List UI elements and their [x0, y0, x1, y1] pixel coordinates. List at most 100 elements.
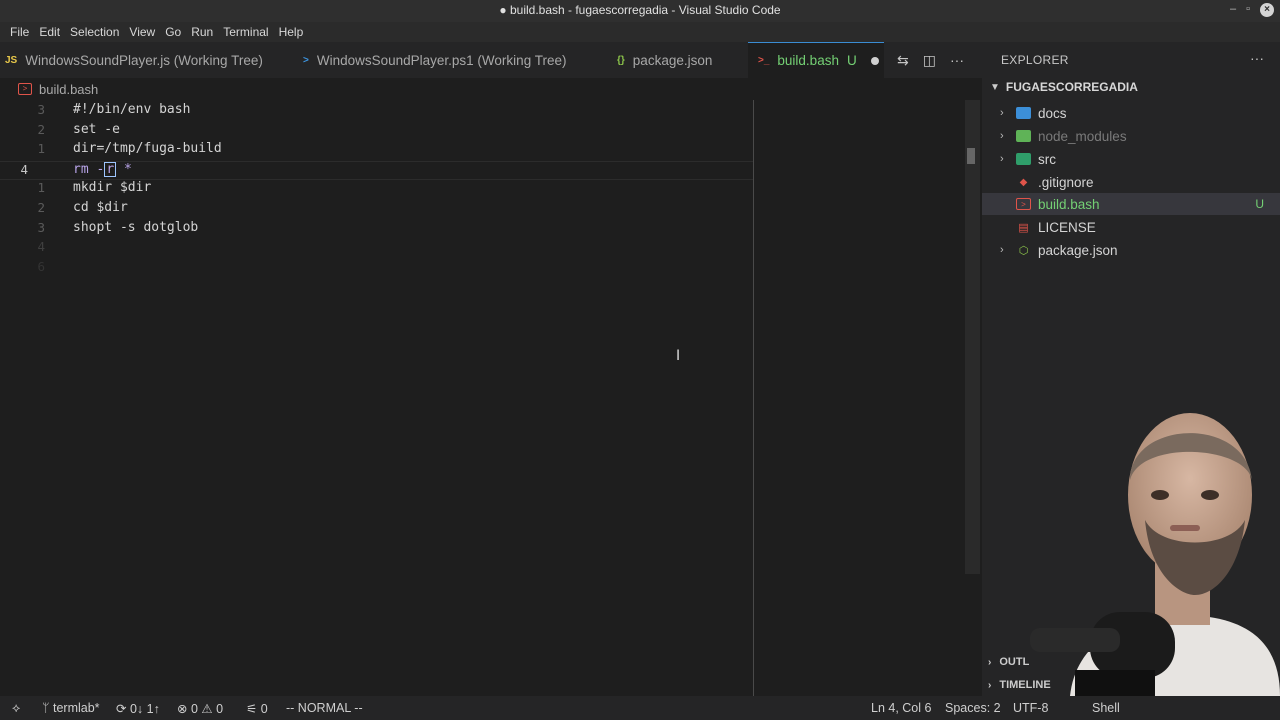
powershell-file-icon: >: [303, 54, 309, 66]
tab-windowssoundplayer-ps1[interactable]: > WindowsSoundPlayer.ps1 (Working Tree): [303, 42, 566, 78]
code-text: shopt -s dotglob: [73, 219, 199, 235]
line-number: 4: [20, 161, 28, 177]
line-number: 2: [37, 121, 45, 137]
scrollbar-thumb[interactable]: [967, 148, 975, 164]
menu-edit[interactable]: Edit: [34, 22, 65, 42]
column-ruler: [753, 100, 754, 696]
code-line: 2 cd $dir: [0, 200, 753, 220]
split-editor-icon[interactable]: ◫: [923, 52, 936, 69]
problems-status[interactable]: ⊗ 0 ⚠ 0: [177, 701, 223, 716]
tree-item-label: .gitignore: [1038, 174, 1094, 190]
menu-selection[interactable]: Selection: [65, 22, 124, 42]
breadcrumb-file[interactable]: build.bash: [39, 82, 98, 97]
chevron-right-icon: ›: [1000, 130, 1004, 142]
menu-terminal[interactable]: Terminal: [218, 22, 273, 42]
bash-file-icon: >: [1016, 198, 1031, 210]
minimize-icon[interactable]: –: [1230, 3, 1236, 17]
tree-item-label: src: [1038, 151, 1056, 167]
tree-item-gitignore[interactable]: ◆ .gitignore: [982, 171, 1280, 193]
tab-package-json[interactable]: {} package.json: [617, 42, 712, 78]
folder-icon: [1016, 153, 1031, 165]
editor-scrollbar[interactable]: [965, 100, 980, 574]
tree-item-label: LICENSE: [1038, 219, 1096, 235]
menu-view[interactable]: View: [124, 22, 160, 42]
text-cursor: r: [104, 161, 117, 177]
git-branch-status[interactable]: ᛘ termlab*: [42, 701, 100, 715]
tree-item-label: docs: [1038, 105, 1067, 121]
code-line: 1 mkdir $dir: [0, 180, 753, 200]
json-file-icon: {}: [617, 54, 625, 66]
code-text: cd $dir: [73, 200, 128, 215]
open-changes-icon[interactable]: ⇆: [897, 52, 909, 69]
error-icon: ⊗: [177, 702, 188, 716]
folder-icon: [1016, 107, 1031, 119]
editor-actions: ⇆ ◫ ···: [897, 52, 964, 69]
menu-bar: File Edit Selection View Go Run Terminal…: [0, 22, 1280, 42]
project-root[interactable]: ▼ FUGAESCORREGADIA: [990, 80, 1138, 94]
status-bar: ⟡ ᛘ termlab* ⟳ 0↓ 1↑ ⊗ 0 ⚠ 0 ⚟ 0 -- NORM…: [0, 696, 1280, 720]
maximize-icon[interactable]: ▫: [1246, 3, 1250, 17]
editor-tab-bar: JS WindowsSoundPlayer.js (Working Tree) …: [0, 42, 982, 78]
more-actions-icon[interactable]: ···: [1250, 50, 1264, 66]
tree-item-package-json[interactable]: › ⬡ package.json: [982, 239, 1280, 261]
warning-icon: ⚠: [201, 702, 213, 716]
tab-build-bash[interactable]: >_ build.bash U: [748, 42, 884, 78]
code-line: 1 dir=/tmp/fuga-build: [0, 141, 753, 161]
tree-item-label: build.bash: [1038, 196, 1100, 212]
line-number: 3: [37, 219, 45, 235]
tree-item-src[interactable]: › src: [982, 148, 1280, 170]
outline-title: OUTL: [999, 656, 1030, 668]
window-controls: – ▫ ×: [1230, 3, 1274, 17]
info-count: 0: [260, 702, 268, 716]
tab-label: WindowsSoundPlayer.js (Working Tree): [25, 52, 263, 68]
info-status[interactable]: ⚟ 0: [246, 701, 268, 716]
line-number: 2: [37, 200, 45, 215]
project-name: FUGAESCORREGADIA: [1005, 80, 1138, 94]
tree-item-label: package.json: [1038, 242, 1118, 258]
more-actions-icon[interactable]: ···: [950, 52, 964, 69]
tree-item-build-bash[interactable]: > build.bash U: [982, 193, 1280, 215]
cursor-position[interactable]: Ln 4, Col 6: [871, 701, 931, 715]
breadcrumb[interactable]: > build.bash: [0, 78, 982, 100]
menu-run[interactable]: Run: [186, 22, 218, 42]
menu-help[interactable]: Help: [274, 22, 309, 42]
line-number: 6: [37, 258, 45, 274]
code-editor[interactable]: 3 #!/bin/env bash 2 set -e 1 dir=/tmp/fu…: [0, 100, 965, 696]
tree-item-docs[interactable]: › docs: [982, 102, 1280, 124]
broadcast-icon: ⚟: [246, 702, 258, 716]
git-sync-status[interactable]: ⟳ 0↓ 1↑: [116, 701, 160, 716]
unsaved-dot-icon[interactable]: [870, 56, 879, 65]
chevron-right-icon: ›: [1000, 153, 1004, 165]
tab-windowssoundplayer-js[interactable]: JS WindowsSoundPlayer.js (Working Tree): [5, 42, 263, 78]
remote-icon[interactable]: ⟡: [12, 701, 20, 716]
encoding[interactable]: UTF-8: [1013, 701, 1048, 715]
tree-item-license[interactable]: ▤ LICENSE: [982, 216, 1280, 238]
line-number: 1: [37, 141, 45, 157]
code-text: dir=/tmp/fuga-build: [73, 141, 222, 157]
git-branch-icon: ᛘ: [42, 701, 50, 715]
code-line: 3 #!/bin/env bash: [0, 102, 753, 122]
language-mode[interactable]: Shell: [1092, 701, 1120, 715]
explorer-title: EXPLORER: [1001, 53, 1069, 67]
code-text: #!/bin/env bash: [73, 102, 191, 117]
license-icon: ▤: [1018, 221, 1029, 234]
tab-label: package.json: [632, 52, 713, 68]
code-line-current: 4 rm -r *: [0, 160, 753, 181]
window-title: ● build.bash - fugaescorregadia - Visual…: [499, 3, 781, 17]
close-icon[interactable]: ×: [1260, 3, 1274, 17]
tab-label: WindowsSoundPlayer.ps1 (Working Tree): [316, 52, 567, 68]
code-line: 3 shopt -s dotglob: [0, 220, 753, 240]
git-untracked-badge: U: [846, 53, 857, 68]
menu-file[interactable]: File: [5, 22, 34, 42]
chevron-right-icon: ›: [1000, 107, 1004, 119]
git-untracked-badge: U: [1255, 197, 1264, 211]
folder-icon: [1016, 130, 1031, 142]
line-number: 4: [37, 239, 45, 255]
code-line: 6: [0, 259, 753, 279]
menu-go[interactable]: Go: [160, 22, 186, 42]
sync-counts: 0↓ 1↑: [129, 702, 160, 716]
bash-file-icon: >_: [758, 55, 770, 66]
tree-item-node-modules[interactable]: › node_modules: [982, 125, 1280, 147]
code-line: 4: [0, 239, 753, 259]
indentation[interactable]: Spaces: 2: [945, 701, 1001, 715]
